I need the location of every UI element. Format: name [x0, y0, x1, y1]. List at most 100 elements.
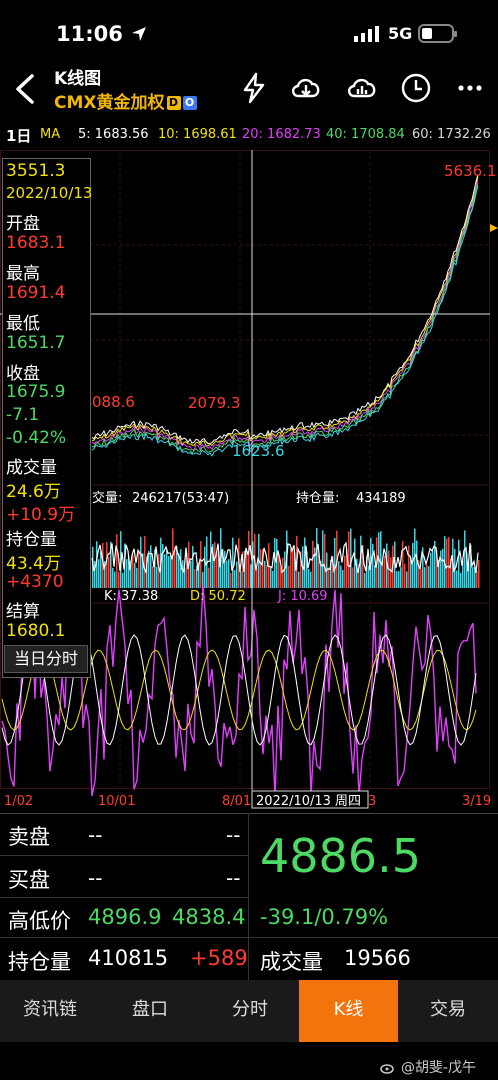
volume-bar [448, 537, 450, 588]
sell-label: 卖盘 [8, 825, 50, 849]
volume-bar [420, 568, 422, 588]
volume-bar [140, 536, 142, 588]
info-oi: 43.4万 [6, 554, 61, 574]
volume-bar [316, 528, 318, 588]
volume-bar [126, 559, 128, 588]
location-arrow-icon [132, 27, 147, 41]
volume-bar [354, 538, 356, 588]
volume-bar [430, 552, 432, 588]
crosshair-info-panel: 3551.3 2022/10/13 开盘 1683.1 最高 1691.4 最低… [2, 158, 92, 678]
kdj-d-value: D: 50.72 [190, 589, 246, 604]
x-tick-1: 1/02 [4, 794, 33, 809]
volume-bar [246, 550, 248, 588]
volume-bar [348, 531, 350, 588]
volume-bar [342, 569, 344, 588]
price-line [91, 183, 479, 455]
period-selector[interactable]: 1日 [6, 125, 31, 146]
volume-bar [426, 564, 428, 588]
cloud-download-icon[interactable] [288, 70, 324, 106]
weibo-icon [380, 1064, 395, 1074]
volume-bar [406, 571, 408, 588]
info-low: 1651.7 [6, 333, 66, 353]
volume-bar [94, 560, 96, 588]
volume-bar [396, 571, 398, 588]
tab-intraday[interactable]: 分时 [200, 980, 300, 1042]
info-crosshair-price: 3551.3 [6, 161, 66, 181]
x-tick-2: 10/01 [98, 794, 135, 809]
volume-bar [334, 537, 336, 588]
price-line [91, 174, 479, 445]
max-price-label: 5636.1 [444, 162, 497, 180]
instrument-name[interactable]: CMX黄金加权 D O [54, 88, 197, 113]
page-title: K线图 [54, 69, 102, 89]
volume-bar [112, 567, 114, 588]
volume-bar [226, 560, 228, 588]
ma10-value: 10: 1698.61 [158, 127, 237, 142]
volume-bar [192, 546, 194, 588]
volume-bar [290, 548, 292, 588]
volume-bar [344, 555, 346, 588]
volume-bar [402, 541, 404, 588]
quote-high: 4896.9 [88, 905, 162, 929]
signal-icon [354, 26, 379, 42]
tag-d: D [166, 96, 181, 110]
volume-bar [166, 549, 168, 588]
ma20-value: 20: 1682.73 [242, 127, 321, 142]
cloud-chart-icon[interactable] [344, 70, 380, 106]
volume-bar [156, 566, 158, 588]
volume-bar [136, 567, 138, 588]
price-label-2079: 2079.3 [188, 394, 241, 412]
tab-panel[interactable]: 盘口 [100, 980, 200, 1042]
back-arrow-icon[interactable] [10, 72, 42, 106]
tab-trade[interactable]: 交易 [398, 980, 498, 1042]
crosshair-date: 2022/10/13 周四 [256, 794, 361, 809]
info-volume-label: 成交量 [6, 458, 57, 478]
volume-bar [400, 567, 402, 588]
clock-icon[interactable] [398, 70, 434, 106]
quote-panel: 卖盘 -- -- 买盘 -- -- 高低价 4896.9 4838.4 持仓量 … [0, 813, 498, 980]
info-settle-label: 结算 [6, 602, 40, 622]
tab-kline[interactable]: K线 [299, 980, 398, 1042]
price-label-2088: 088.6 [92, 393, 135, 411]
tag-o: O [182, 96, 197, 110]
info-low-label: 最低 [6, 314, 40, 334]
volume-bar [372, 543, 374, 588]
volume-bar [308, 568, 310, 588]
volume-bar [178, 553, 180, 588]
ma60-value: 60: 1732.26 [412, 127, 491, 142]
lightning-icon[interactable] [236, 70, 272, 106]
volume-bar [446, 538, 448, 588]
volume-bar [428, 566, 430, 588]
volume-bar [106, 542, 108, 588]
volume-bar [322, 530, 324, 588]
ma-legend: 1日 MA 5: 1683.56 10: 1698.61 20: 1682.73… [0, 120, 498, 150]
sell-qty: -- [226, 823, 241, 847]
volume-bar [390, 557, 392, 588]
status-time: 11:06 [56, 22, 148, 46]
volume-bar [190, 560, 192, 588]
price-line [91, 179, 479, 451]
last-price: 4886.5 [260, 829, 421, 883]
info-change-pct: -0.42% [6, 428, 67, 448]
watermark: @胡斐-戊午 [380, 1057, 476, 1077]
volume-bar [338, 561, 340, 588]
volume-bar [460, 572, 462, 588]
buy-price: -- [88, 866, 103, 890]
volume-bar [272, 570, 274, 588]
today-intraday-button[interactable]: 当日分时 [4, 645, 88, 673]
kdj-k-value: K: 37.38 [104, 589, 158, 604]
volume-bar [240, 570, 242, 588]
high-low-label: 高低价 [8, 909, 71, 933]
quote-vol-label: 成交量 [260, 950, 323, 974]
tab-news[interactable]: 资讯链 [0, 980, 100, 1042]
volume-bar [236, 561, 238, 588]
volume-bar [440, 550, 442, 588]
sell-price: -- [88, 823, 103, 847]
price-marker-icon [490, 224, 498, 232]
info-open: 1683.1 [6, 233, 66, 253]
info-change: -7.1 [6, 405, 40, 425]
more-icon[interactable] [452, 70, 488, 106]
volume-bar [214, 541, 216, 588]
volume-bar [434, 541, 436, 588]
info-oi-label: 持仓量 [6, 530, 57, 550]
